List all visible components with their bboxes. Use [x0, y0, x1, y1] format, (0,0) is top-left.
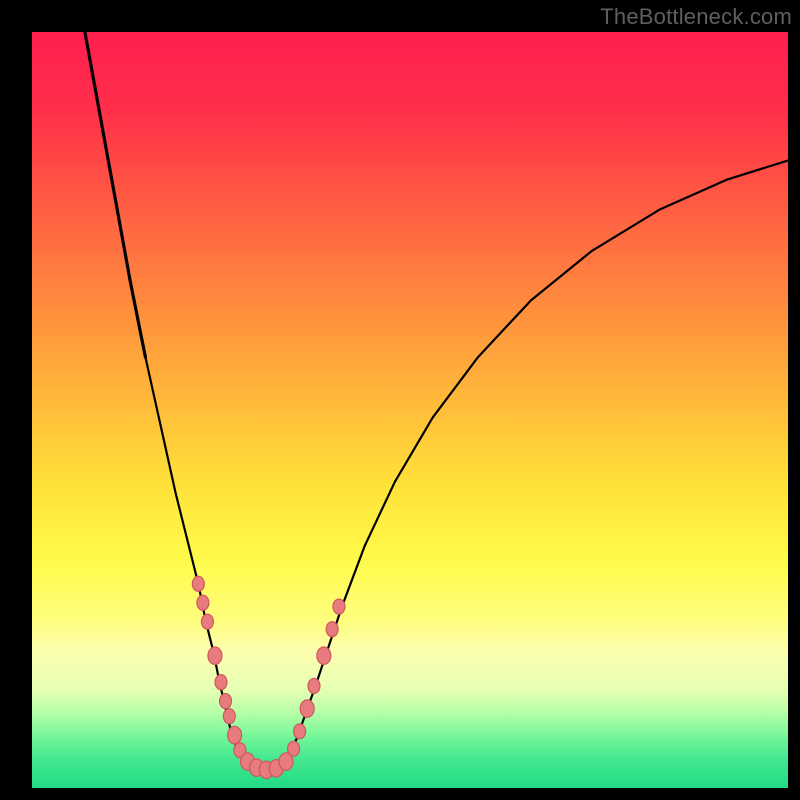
chart-frame: TheBottleneck.com	[0, 0, 800, 800]
plot-area	[32, 32, 788, 788]
highlight-marker	[201, 614, 213, 629]
highlight-marker	[326, 622, 338, 637]
curves-layer	[32, 32, 788, 788]
highlight-marker	[333, 599, 345, 614]
highlight-marker	[197, 595, 209, 610]
highlight-marker	[288, 741, 300, 756]
highlight-marker	[300, 700, 314, 718]
curve-right-curve	[281, 161, 788, 768]
highlight-marker	[215, 675, 227, 690]
highlight-marker	[220, 694, 232, 709]
highlight-marker	[308, 678, 320, 693]
highlight-marker	[228, 726, 242, 744]
curve-left-curve	[85, 32, 251, 768]
curve-left-thick	[85, 32, 145, 357]
highlight-marker	[208, 647, 222, 665]
highlight-marker	[223, 709, 235, 724]
highlight-marker	[294, 724, 306, 739]
highlight-marker	[192, 576, 204, 591]
watermark-text: TheBottleneck.com	[600, 4, 792, 30]
highlight-marker	[317, 647, 331, 665]
